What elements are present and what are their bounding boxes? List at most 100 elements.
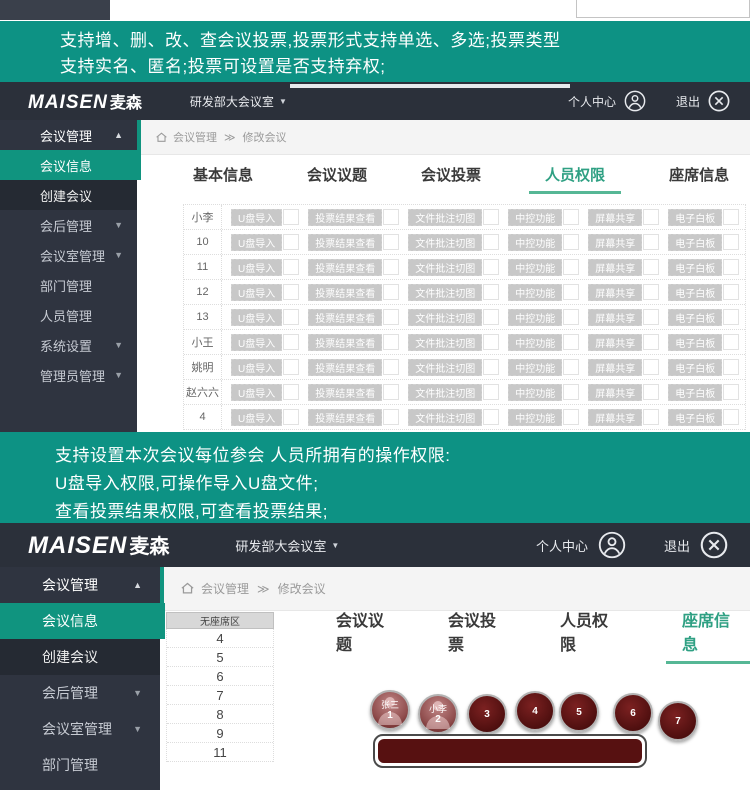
permission-checkbox[interactable]: [283, 234, 299, 250]
permission-checkbox[interactable]: [643, 359, 659, 375]
tab[interactable]: 人员权限: [554, 601, 618, 664]
permission-checkbox[interactable]: [483, 384, 499, 400]
permission-checkbox[interactable]: [563, 234, 579, 250]
tab[interactable]: 会议议题: [301, 158, 373, 194]
no-seat-row[interactable]: 4: [167, 629, 273, 648]
room-selector[interactable]: 研发部大会议室 ▼: [190, 93, 287, 110]
permission-checkbox[interactable]: [563, 334, 579, 350]
permission-checkbox[interactable]: [283, 359, 299, 375]
sidebar-item[interactable]: 会议室管理 ▼: [0, 240, 137, 270]
permission-checkbox[interactable]: [723, 234, 739, 250]
sidebar-item[interactable]: 管理员管理 ▼: [0, 360, 137, 390]
seat-circle[interactable]: 4: [515, 691, 555, 731]
permission-checkbox[interactable]: [283, 259, 299, 275]
profile-link[interactable]: 个人中心: [568, 93, 616, 110]
close-icon[interactable]: [708, 90, 730, 112]
seat-circle[interactable]: 3: [467, 694, 507, 734]
tab[interactable]: 座席信息: [666, 601, 750, 664]
room-selector[interactable]: 研发部大会议室 ▼: [235, 536, 339, 555]
no-seat-row[interactable]: 5: [167, 648, 273, 667]
permission-checkbox[interactable]: [483, 359, 499, 375]
permission-checkbox[interactable]: [723, 384, 739, 400]
tab[interactable]: 基本信息: [187, 158, 259, 194]
tab[interactable]: 人员权限: [529, 158, 621, 194]
sidebar-item[interactable]: 人员管理: [0, 300, 137, 330]
sidebar-item[interactable]: 创建会议: [0, 639, 160, 675]
permission-checkbox[interactable]: [643, 384, 659, 400]
sidebar-item[interactable]: 会议信息: [0, 603, 165, 639]
tab[interactable]: 座席信息: [663, 158, 735, 194]
close-icon[interactable]: [700, 531, 728, 559]
permission-checkbox[interactable]: [283, 334, 299, 350]
permission-checkbox[interactable]: [563, 309, 579, 325]
sidebar-item[interactable]: 部门管理: [0, 270, 137, 300]
permission-checkbox[interactable]: [643, 409, 659, 425]
sidebar-item[interactable]: 会议室管理 ▼: [0, 711, 160, 747]
no-seat-row[interactable]: 11: [167, 743, 273, 762]
permission-checkbox[interactable]: [283, 309, 299, 325]
no-seat-row[interactable]: 6: [167, 667, 273, 686]
tab[interactable]: 会议投票: [442, 601, 506, 664]
sidebar-item[interactable]: 会议信息: [0, 150, 141, 180]
permission-checkbox[interactable]: [723, 359, 739, 375]
no-seat-row[interactable]: 8: [167, 705, 273, 724]
permission-checkbox[interactable]: [643, 284, 659, 300]
logout-link[interactable]: 退出: [664, 536, 690, 555]
permission-checkbox[interactable]: [563, 409, 579, 425]
sidebar-item[interactable]: 创建会议: [0, 180, 137, 210]
permission-checkbox[interactable]: [483, 234, 499, 250]
home-icon[interactable]: [155, 131, 168, 144]
tab[interactable]: 会议议题: [330, 601, 394, 664]
permission-checkbox[interactable]: [563, 384, 579, 400]
permission-checkbox[interactable]: [483, 259, 499, 275]
permission-checkbox[interactable]: [723, 259, 739, 275]
breadcrumb-section[interactable]: 会议管理: [173, 129, 217, 145]
seat-circle[interactable]: 5: [559, 692, 599, 732]
permission-checkbox[interactable]: [643, 259, 659, 275]
permission-checkbox[interactable]: [283, 409, 299, 425]
permission-checkbox[interactable]: [483, 334, 499, 350]
permission-checkbox[interactable]: [383, 284, 399, 300]
profile-link[interactable]: 个人中心: [536, 536, 588, 555]
permission-checkbox[interactable]: [483, 284, 499, 300]
permission-checkbox[interactable]: [483, 309, 499, 325]
sidebar-item[interactable]: 会后管理 ▼: [0, 675, 160, 711]
permission-checkbox[interactable]: [563, 259, 579, 275]
seat-circle[interactable]: 小李 2: [418, 694, 458, 734]
permission-checkbox[interactable]: [563, 359, 579, 375]
user-icon[interactable]: [598, 531, 626, 559]
permission-checkbox[interactable]: [283, 384, 299, 400]
permission-checkbox[interactable]: [723, 409, 739, 425]
permission-checkbox[interactable]: [383, 334, 399, 350]
permission-checkbox[interactable]: [383, 259, 399, 275]
no-seat-row[interactable]: 7: [167, 686, 273, 705]
user-icon[interactable]: [624, 90, 646, 112]
permission-checkbox[interactable]: [383, 384, 399, 400]
permission-checkbox[interactable]: [383, 309, 399, 325]
sidebar-item[interactable]: 人员管理: [0, 783, 160, 790]
no-seat-row[interactable]: 9: [167, 724, 273, 743]
permission-checkbox[interactable]: [383, 234, 399, 250]
sidebar-item[interactable]: 会议管理 ▲: [0, 567, 160, 603]
permission-checkbox[interactable]: [723, 309, 739, 325]
permission-checkbox[interactable]: [723, 209, 739, 225]
permission-checkbox[interactable]: [723, 334, 739, 350]
home-icon[interactable]: [180, 581, 195, 596]
sidebar-item[interactable]: 系统设置 ▼: [0, 330, 137, 360]
sidebar-item[interactable]: 部门管理: [0, 747, 160, 783]
seat-circle[interactable]: 6: [613, 693, 653, 733]
tab[interactable]: 会议投票: [415, 158, 487, 194]
permission-checkbox[interactable]: [723, 284, 739, 300]
permission-checkbox[interactable]: [283, 209, 299, 225]
permission-checkbox[interactable]: [643, 334, 659, 350]
sidebar-item[interactable]: 会后管理 ▼: [0, 210, 137, 240]
sidebar-item[interactable]: 会议管理 ▲: [0, 120, 137, 150]
permission-checkbox[interactable]: [483, 209, 499, 225]
permission-checkbox[interactable]: [643, 234, 659, 250]
permission-checkbox[interactable]: [383, 359, 399, 375]
permission-checkbox[interactable]: [483, 409, 499, 425]
permission-checkbox[interactable]: [643, 309, 659, 325]
breadcrumb-section[interactable]: 会议管理: [201, 580, 249, 597]
seat-circle[interactable]: 7: [658, 701, 698, 741]
permission-checkbox[interactable]: [283, 284, 299, 300]
